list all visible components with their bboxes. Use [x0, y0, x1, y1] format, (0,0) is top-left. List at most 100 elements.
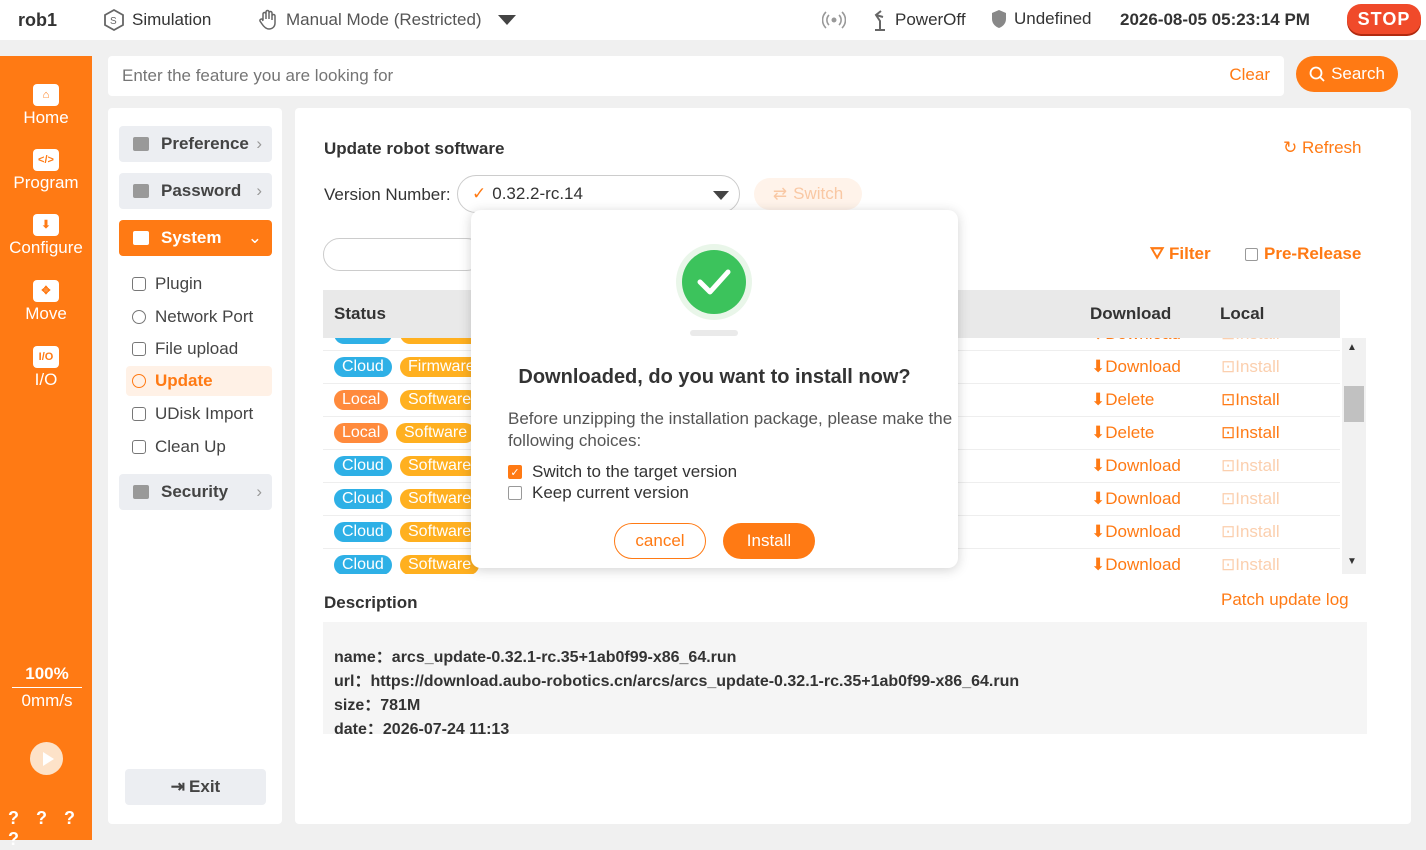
- submenu-file-upload[interactable]: File upload: [126, 334, 272, 364]
- nav-io[interactable]: I/O I/O: [0, 346, 92, 390]
- type-tag: Software: [400, 390, 480, 410]
- filter-icon: ⛛: [1150, 244, 1165, 263]
- filter-button[interactable]: ⛛ Filter: [1150, 244, 1211, 264]
- power-status[interactable]: PowerOff: [871, 9, 966, 31]
- submenu-plugin[interactable]: Plugin: [126, 269, 272, 299]
- download-action[interactable]: ⬇Download: [1091, 338, 1181, 344]
- download-action[interactable]: ⬇Download: [1091, 522, 1181, 542]
- search-icon: [1309, 66, 1325, 82]
- menu-security-label: Security: [161, 482, 229, 501]
- install-action[interactable]: ⊡Install: [1221, 423, 1280, 443]
- type-tag: Software: [400, 489, 480, 509]
- column-local: Local: [1220, 304, 1265, 323]
- manual-mode-dropdown[interactable]: Manual Mode (Restricted): [256, 8, 518, 32]
- menu-system-label: System: [161, 228, 222, 247]
- search-input[interactable]: [122, 64, 1122, 88]
- patch-update-log-link[interactable]: Patch update log: [1221, 590, 1349, 610]
- chevron-right-icon: ›: [256, 181, 262, 200]
- prerelease-checkbox[interactable]: Pre-Release: [1245, 244, 1361, 264]
- install-action[interactable]: ⊡Install: [1221, 338, 1280, 344]
- refresh-button[interactable]: ↻ Refresh: [1283, 138, 1362, 158]
- dialog-body: Before unzipping the installation packag…: [508, 409, 953, 450]
- cancel-button[interactable]: cancel: [614, 523, 706, 559]
- menu-system[interactable]: System ⌄: [119, 220, 272, 256]
- type-tag: Software: [396, 423, 476, 443]
- settings-menu: Preference › Password › System ⌄ Plugin …: [108, 108, 282, 824]
- install-action[interactable]: ⊡Install: [1221, 357, 1280, 377]
- install-action[interactable]: ⊡Install: [1221, 522, 1280, 542]
- version-select[interactable]: ✓ 0.32.2-rc.14: [457, 175, 740, 213]
- install-action[interactable]: ⊡Install: [1221, 456, 1280, 476]
- version-value: 0.32.2-rc.14: [492, 184, 583, 203]
- option-keep-label: Keep current version: [532, 483, 689, 502]
- checkbox-unchecked-icon: [508, 486, 522, 500]
- install-button[interactable]: Install: [723, 523, 815, 559]
- download-action[interactable]: ⬇Download: [1091, 357, 1181, 377]
- install-action[interactable]: ⊡Install: [1221, 390, 1280, 410]
- menu-security[interactable]: Security ›: [119, 474, 272, 510]
- nav-configure[interactable]: ⬇ Configure: [0, 214, 92, 258]
- option-keep-version[interactable]: Keep current version: [508, 483, 689, 503]
- switch-icon: ⇄: [772, 184, 788, 203]
- delete-action[interactable]: ⬇Delete: [1091, 423, 1154, 443]
- description-title: Description: [324, 593, 418, 612]
- nav-program[interactable]: </> Program: [0, 149, 92, 193]
- local-tag: Local: [334, 423, 389, 443]
- nav-home[interactable]: ⌂ Home: [0, 84, 92, 128]
- exit-button[interactable]: ⇥ Exit: [125, 769, 266, 805]
- submenu-udisk-import[interactable]: UDisk Import: [126, 399, 272, 429]
- menu-password[interactable]: Password ›: [119, 173, 272, 209]
- menu-password-label: Password: [161, 181, 242, 200]
- delete-action[interactable]: ⬇Delete: [1091, 390, 1154, 410]
- cloud-upload-icon: [132, 342, 146, 356]
- download-action[interactable]: ⬇Download: [1091, 555, 1181, 574]
- simulation-label: Simulation: [132, 10, 212, 29]
- switch-button[interactable]: ⇄ Switch: [754, 178, 862, 210]
- submenu-clean-up[interactable]: Clean Up: [126, 432, 272, 462]
- desc-url: url：https://download.aubo-robotics.cn/ar…: [334, 673, 1020, 690]
- exit-label: Exit: [189, 777, 221, 796]
- menu-preference[interactable]: Preference ›: [119, 126, 272, 162]
- option-switch-version[interactable]: ✓ Switch to the target version: [508, 462, 737, 482]
- manual-mode-label: Manual Mode (Restricted): [286, 10, 482, 29]
- clear-button[interactable]: Clear: [1229, 65, 1270, 85]
- download-action[interactable]: ⬇Download: [1091, 489, 1181, 509]
- help-marks: ? ? ? ?: [8, 808, 81, 849]
- scroll-down-icon[interactable]: ▼: [1347, 556, 1357, 567]
- chevron-down-icon: [713, 191, 729, 200]
- home-icon: ⌂: [33, 84, 59, 106]
- simulation-indicator[interactable]: S Simulation: [102, 8, 211, 32]
- scroll-up-icon[interactable]: ▲: [1347, 342, 1357, 353]
- speed-indicator[interactable]: 100% 0mm/s: [12, 664, 82, 711]
- desc-date: date：2026-07-24 11:13: [334, 721, 510, 734]
- update-icon: [132, 374, 146, 388]
- search-button[interactable]: Search: [1296, 56, 1398, 92]
- broom-icon: [132, 440, 146, 454]
- cube-icon: [133, 231, 149, 245]
- submenu-update[interactable]: Update: [126, 366, 272, 396]
- install-action[interactable]: ⊡Install: [1221, 489, 1280, 509]
- signal-icon: [822, 11, 846, 29]
- nav-move[interactable]: ✥ Move: [0, 280, 92, 324]
- play-button[interactable]: [30, 742, 63, 775]
- table-scrollbar[interactable]: ▲ ▼: [1342, 338, 1366, 574]
- stop-button[interactable]: STOP: [1347, 4, 1421, 34]
- plugin-icon: [132, 277, 146, 291]
- checkbox-box: [1245, 247, 1258, 261]
- nav-home-label: Home: [23, 108, 69, 127]
- package-search-input[interactable]: [323, 238, 483, 271]
- download-action[interactable]: ⬇Download: [1091, 456, 1181, 476]
- column-download: Download: [1090, 304, 1172, 323]
- cloud-tag: Cloud: [334, 555, 392, 574]
- safety-status[interactable]: Undefined: [990, 9, 1092, 29]
- cloud-tag: Cloud: [334, 489, 392, 509]
- top-bar: rob1 S Simulation Manual Mode (Restricte…: [0, 0, 1426, 40]
- shield-icon: [133, 485, 149, 499]
- submenu-network-port[interactable]: Network Port: [126, 302, 272, 332]
- version-label: Version Number:: [324, 185, 451, 204]
- switch-label: Switch: [793, 184, 844, 203]
- install-action[interactable]: ⊡Install: [1221, 555, 1280, 574]
- chevron-right-icon: ›: [256, 134, 262, 153]
- nav-move-label: Move: [25, 304, 67, 323]
- scrollbar-thumb[interactable]: [1344, 386, 1364, 422]
